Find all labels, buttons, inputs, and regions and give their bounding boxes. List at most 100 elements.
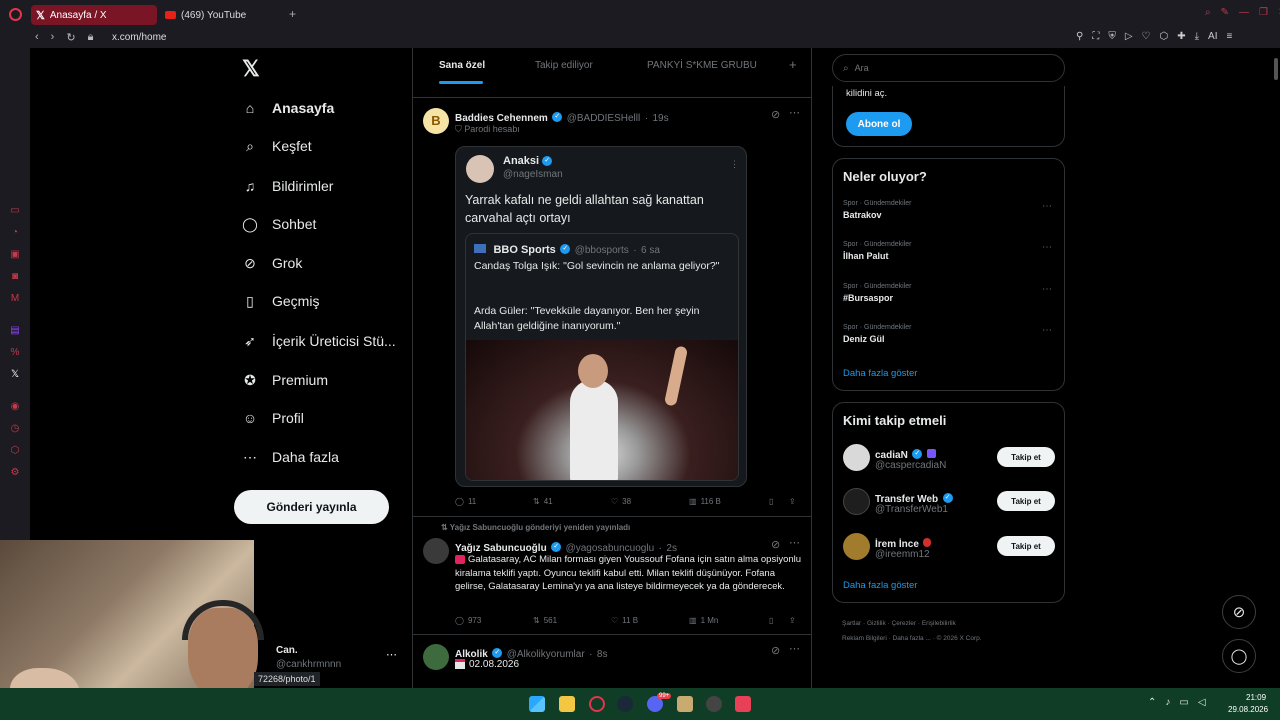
footer-cookies[interactable]: Çerezler [892,620,917,627]
trend-item[interactable]: Spor · Gündemdekiler Batrakov ⋯ [843,200,1058,230]
tweet-yagiz[interactable]: ⇅ Yağız Sabuncuoğlu gönderiyi yeniden ya… [413,518,811,635]
chevron-up-icon[interactable]: ⌃ [1148,697,1156,708]
nav-notifications[interactable]: ♫ Bildirimler [242,174,334,198]
follow-button[interactable]: Takip et [997,447,1055,467]
trend-item[interactable]: Spor · Gündemdekiler #Bursaspor ⋯ [843,283,1058,313]
avatar[interactable] [423,644,449,670]
sidebar-twitch-icon[interactable]: ▤ [9,325,21,337]
screenshot-icon[interactable]: ⛶ [1092,31,1099,42]
xbox-icon[interactable] [706,696,722,712]
cube-icon[interactable]: ⬡ [1160,31,1169,42]
mic-icon[interactable]: ♪ [1165,697,1170,708]
nav-home[interactable]: ⌂ Anasayfa [242,96,335,120]
search-icon[interactable]: ⌕ [1205,7,1211,18]
pin-icon[interactable]: ⚲ [1076,31,1083,42]
add-tab-button[interactable]: + [789,57,797,72]
sidebar-settings-icon[interactable]: ⚙ [9,467,21,479]
footer-privacy[interactable]: Gizlilik [867,620,886,627]
more-icon[interactable]: ⋯ [789,642,800,655]
game-launcher-icon[interactable] [677,696,693,712]
share-icon[interactable]: ⇪ [789,497,796,506]
more-icon[interactable]: ⋯ [386,648,397,661]
tab-youtube[interactable]: (469) YouTube [160,5,280,25]
share-icon[interactable]: ⇪ [789,616,796,625]
tweet-time[interactable]: 19s [652,113,668,124]
quote-tweet[interactable]: Anaksi ✓ @nageIsman ⋮ Yarrak kafalı ne g… [455,146,747,487]
nav-chat[interactable]: ◯ Sohbet [242,212,316,236]
steam-icon[interactable] [617,696,633,712]
url-field[interactable]: x.com/home [112,32,166,43]
sidebar-wallet-icon[interactable]: ▭ [9,205,21,217]
file-explorer-icon[interactable] [559,696,575,712]
grok-icon[interactable]: ⊘ [771,108,780,121]
sidebar-history-icon[interactable]: ◔ [9,227,21,239]
tweet-alkolik[interactable]: Alkolik ✓ @Alkolikyorumlar · 8s ⊘ ⋯ 02.0… [413,636,811,688]
extensions-icon[interactable]: ✚ [1177,31,1185,42]
show-more-link[interactable]: Daha fazla göster [843,580,917,591]
footer-more[interactable]: Daha fazla ... [893,635,931,642]
forward-icon[interactable]: › [51,31,55,44]
tweet-time[interactable]: 8s [597,649,608,660]
views-button[interactable]: ▥ 116 B [689,497,721,506]
avatar[interactable] [843,533,870,560]
post-button[interactable]: Gönderi yayınla [234,490,389,524]
sidebar-mail-icon[interactable]: M [9,293,21,305]
nav-creator-studio[interactable]: ➶ İçerik Üreticisi Stü... [242,329,396,353]
ai-button[interactable]: AI [1208,31,1217,42]
minimize-icon[interactable]: — [1239,7,1249,18]
extension-icon[interactable]: ✎ [1221,7,1229,18]
show-more-link[interactable]: Daha fazla göster [843,368,917,379]
footer-terms[interactable]: Şartlar [842,620,861,627]
menu-icon[interactable]: ≡ [1227,31,1233,42]
tab-for-you[interactable]: Sana özel [439,60,485,71]
like-button[interactable]: ♡ 38 [611,497,631,506]
bookmark-icon[interactable]: ▯ [769,497,773,506]
bookmark-icon[interactable]: ▯ [769,616,773,625]
clock-time[interactable]: 21:09 [1246,693,1266,702]
sidebar-x-icon[interactable]: 𝕏 [9,369,21,381]
sidebar-bag-icon[interactable]: ▣ [9,249,21,261]
footer-ads-info[interactable]: Reklam Bilgileri [842,635,887,642]
search-box[interactable]: ⌕ Ara [832,54,1065,82]
reload-icon[interactable]: ↻ [66,31,75,44]
play-icon[interactable]: ▷ [1125,31,1133,42]
tweet-handle[interactable]: @BADDIESHelll [567,113,641,124]
tab-following[interactable]: Takip ediliyor [535,60,593,71]
volume-icon[interactable]: ◁ [1198,697,1206,708]
follow-button[interactable]: Takip et [997,491,1055,511]
more-icon[interactable]: ⋮ [730,159,739,170]
like-button[interactable]: ♡ 11 B [611,616,638,625]
tweet-author[interactable]: Baddies Cehennem [455,113,548,124]
grok-fab[interactable]: ⊘ [1222,595,1256,629]
riot-icon[interactable] [735,696,751,712]
new-tab-button[interactable]: + [289,7,296,21]
account-switcher[interactable]: Can. @cankhrmnnn ⋯ [254,642,404,672]
more-icon[interactable]: ⋯ [1042,325,1052,336]
follow-button[interactable]: Takip et [997,536,1055,556]
tab-custom-list[interactable]: PANKYİ S*KME GRUBU [647,60,757,71]
trend-item[interactable]: Spor · Gündemdekiler Deniz Gül ⋯ [843,324,1058,354]
sidebar-percent-icon[interactable]: % [9,347,21,359]
back-icon[interactable]: ‹ [35,31,39,44]
nav-more[interactable]: ⋯ Daha fazla [242,445,339,469]
opera-gx-icon[interactable] [589,696,605,712]
shield-icon[interactable]: ⛨ [1108,31,1116,42]
avatar[interactable] [423,538,449,564]
nav-grok[interactable]: ⊘ Grok [242,251,302,275]
more-icon[interactable]: ⋯ [1042,284,1052,295]
more-icon[interactable]: ⋯ [789,536,800,549]
grok-icon[interactable]: ⊘ [771,644,780,657]
subscribe-button[interactable]: Abone ol [846,112,912,136]
restore-icon[interactable]: ❐ [1259,7,1268,18]
avatar[interactable] [843,488,870,515]
page-scrollbar[interactable] [1274,58,1278,80]
tweet-baddies[interactable]: B Baddies Cehennem ✓ @BADDIESHelll · 19s… [413,99,811,517]
nav-profile[interactable]: ☺ Profil [242,406,304,430]
start-icon[interactable] [529,696,545,712]
sidebar-clock-icon[interactable]: ◷ [9,423,21,435]
grok-icon[interactable]: ⊘ [771,538,780,551]
repost-button[interactable]: ⇅ 561 [533,616,557,625]
x-logo-icon[interactable]: 𝕏 [242,56,260,82]
avatar[interactable]: B [423,108,449,134]
monitor-icon[interactable]: ▭ [1179,697,1188,708]
